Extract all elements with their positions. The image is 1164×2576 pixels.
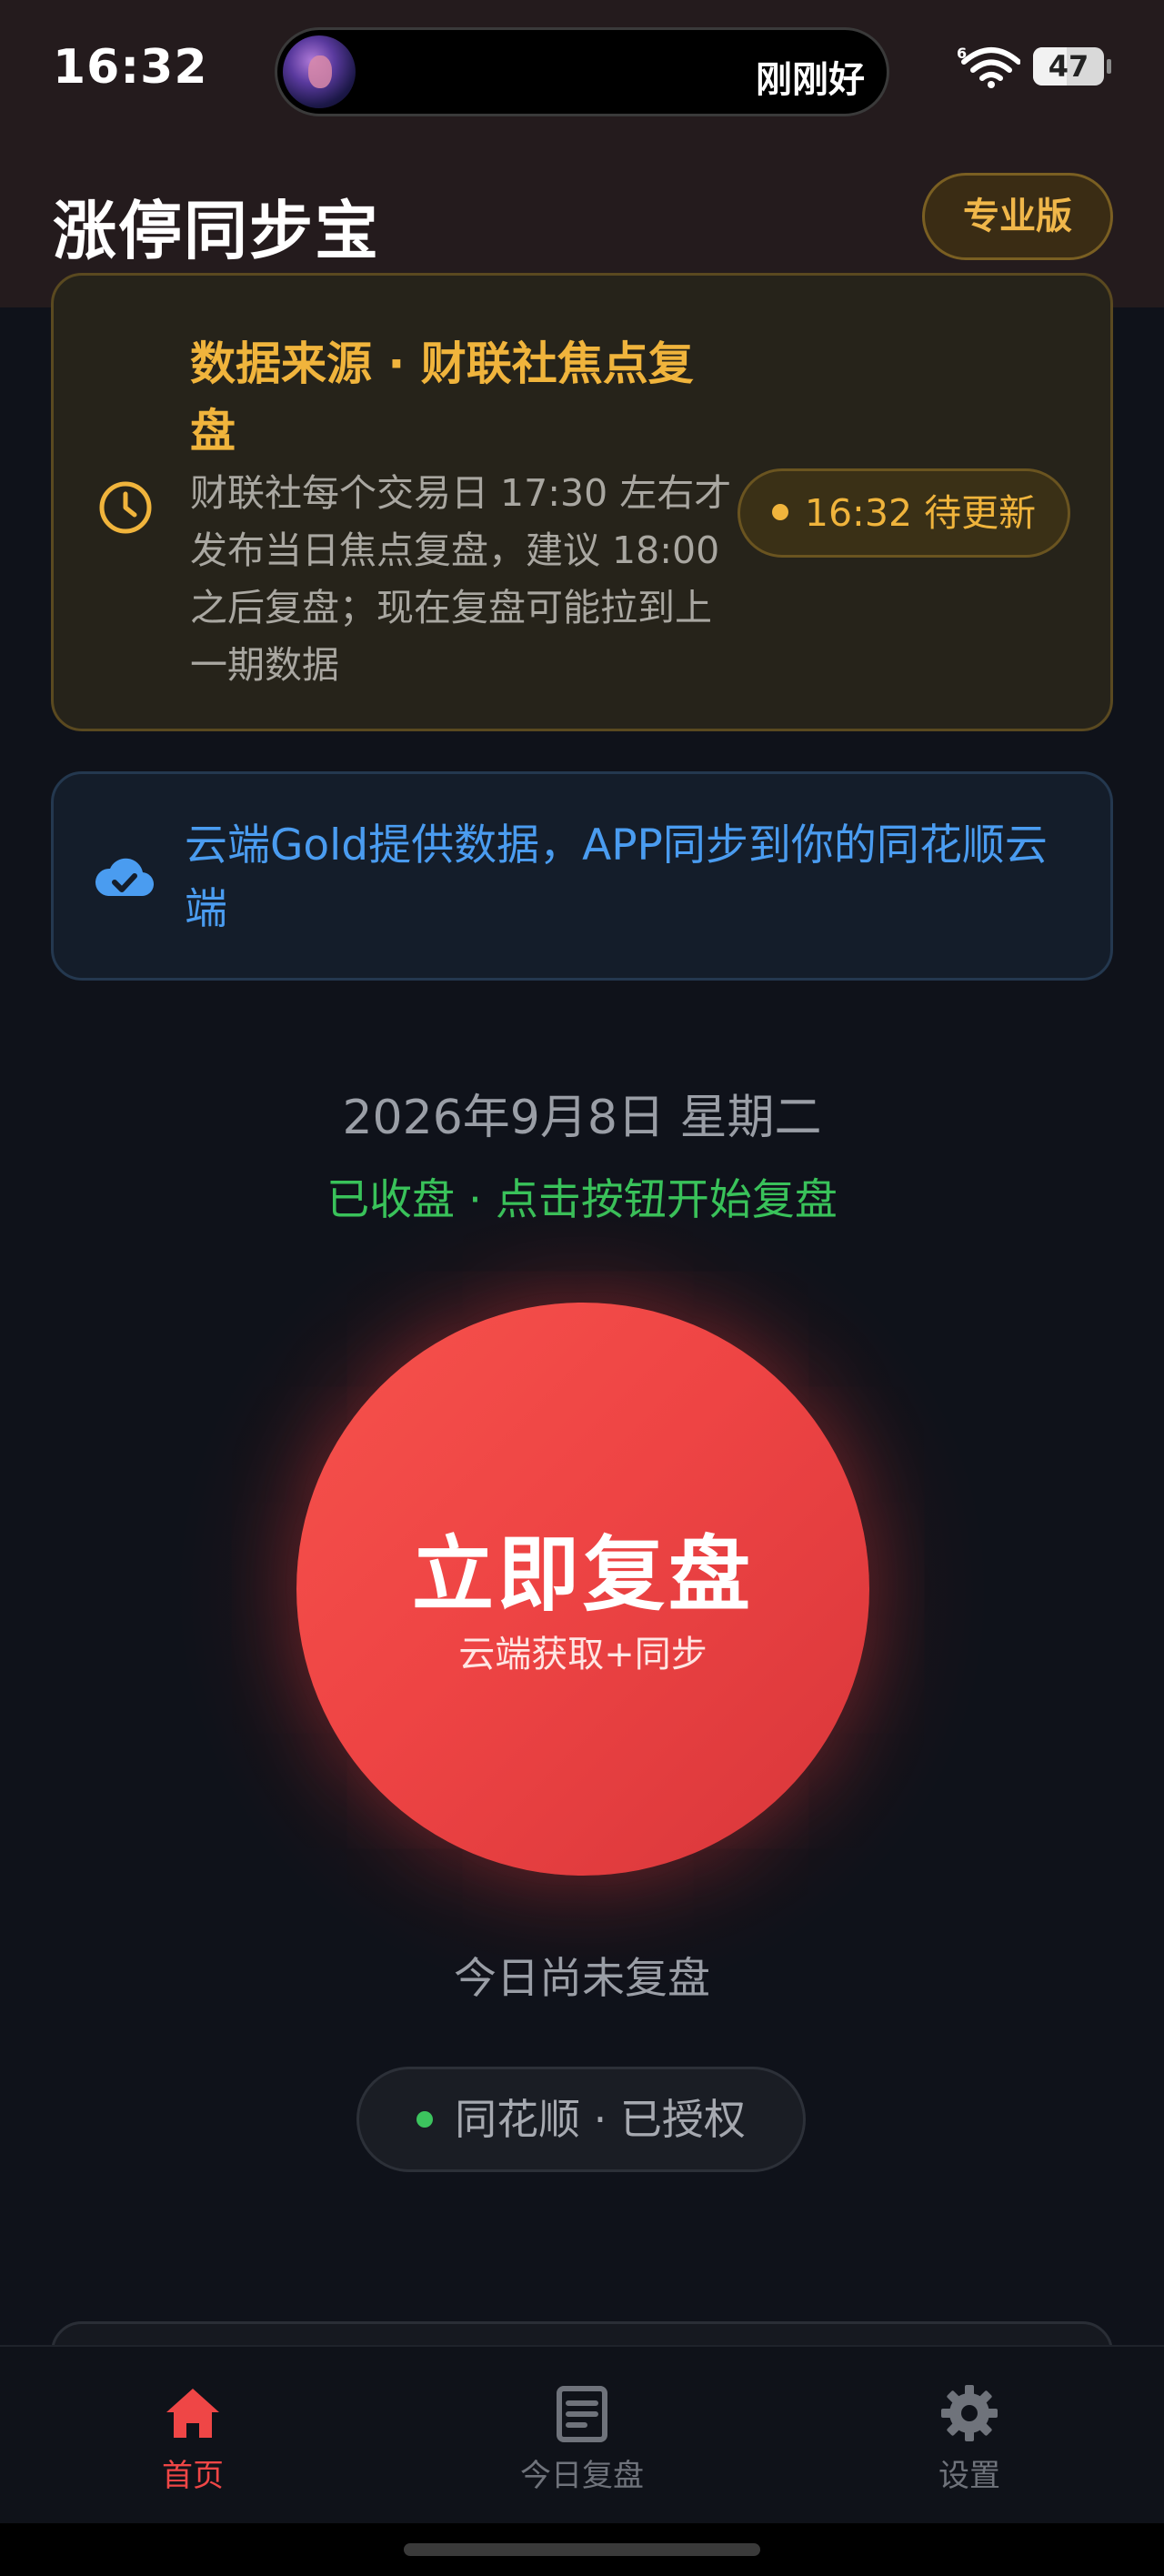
gear-icon	[941, 2385, 998, 2441]
document-icon	[557, 2386, 607, 2442]
nav-item-today-review[interactable]: 今日复盘	[464, 2383, 700, 2495]
current-date: 2026年9月8日 星期二	[342, 1091, 822, 1145]
data-source-notice: 数据来源 · 财联社焦点复盘 财联社每个交易日 17:30 左右才发布当日焦点复…	[51, 273, 1113, 731]
pending-update-badge: 16:32 待更新	[738, 468, 1070, 558]
cloud-info-text: 云端Gold提供数据，APP同步到你的同花顺云端	[185, 820, 1048, 934]
cloud-info-card: 云端Gold提供数据，APP同步到你的同花顺云端	[51, 771, 1113, 981]
status-time: 16:32	[53, 40, 208, 95]
dynamic-island[interactable]: 刚刚好	[275, 27, 889, 116]
notice-body: 财联社每个交易日 17:30 左右才发布当日焦点复盘，建议 18:00 之后复盘…	[190, 471, 732, 687]
bottom-nav: 首页 今日复盘 设置	[0, 2345, 1164, 2525]
pro-badge-button[interactable]: 专业版	[922, 173, 1113, 260]
battery-level: 47	[1048, 49, 1089, 84]
app-title: 涨停同步宝	[53, 194, 380, 268]
nav-item-home[interactable]: 首页	[75, 2383, 311, 2495]
home-indicator[interactable]	[404, 2543, 760, 2556]
nav-label-today-review: 今日复盘	[520, 2458, 644, 2494]
island-text: 刚刚好	[756, 59, 865, 101]
wifi-icon: 6	[957, 45, 1020, 88]
today-review-status: 今日尚未复盘	[454, 1954, 710, 2004]
app-screen: 16:32 刚刚好 6 47 涨停同步宝 专业版 数据来源 · 财联社焦点复盘 …	[0, 0, 1164, 2576]
pending-label: 16:32 待更新	[804, 491, 1037, 535]
nav-label-settings: 设置	[938, 2458, 1000, 2494]
nav-label-home: 首页	[162, 2458, 224, 2494]
auth-dot-icon	[416, 2110, 434, 2128]
pending-dot-icon	[771, 504, 788, 520]
home-icon	[166, 2389, 219, 2438]
auth-status-label: 同花顺 · 已授权	[455, 2095, 746, 2144]
clock-icon	[99, 481, 152, 534]
status-icons: 6 47	[957, 44, 1111, 89]
nav-item-settings[interactable]: 设置	[851, 2383, 1088, 2495]
battery-icon: 47	[1033, 47, 1111, 86]
auth-status-badge[interactable]: 同花顺 · 已授权	[356, 2067, 806, 2172]
cloud-check-icon	[95, 858, 155, 897]
review-button-label: 立即复盘	[412, 1527, 754, 1623]
album-art-icon	[283, 35, 356, 108]
start-review-button[interactable]: 立即复盘 云端获取+同步	[296, 1303, 869, 1876]
review-button-subtitle: 云端获取+同步	[458, 1634, 707, 1675]
notice-title: 数据来源 · 财联社焦点复盘	[190, 337, 694, 458]
